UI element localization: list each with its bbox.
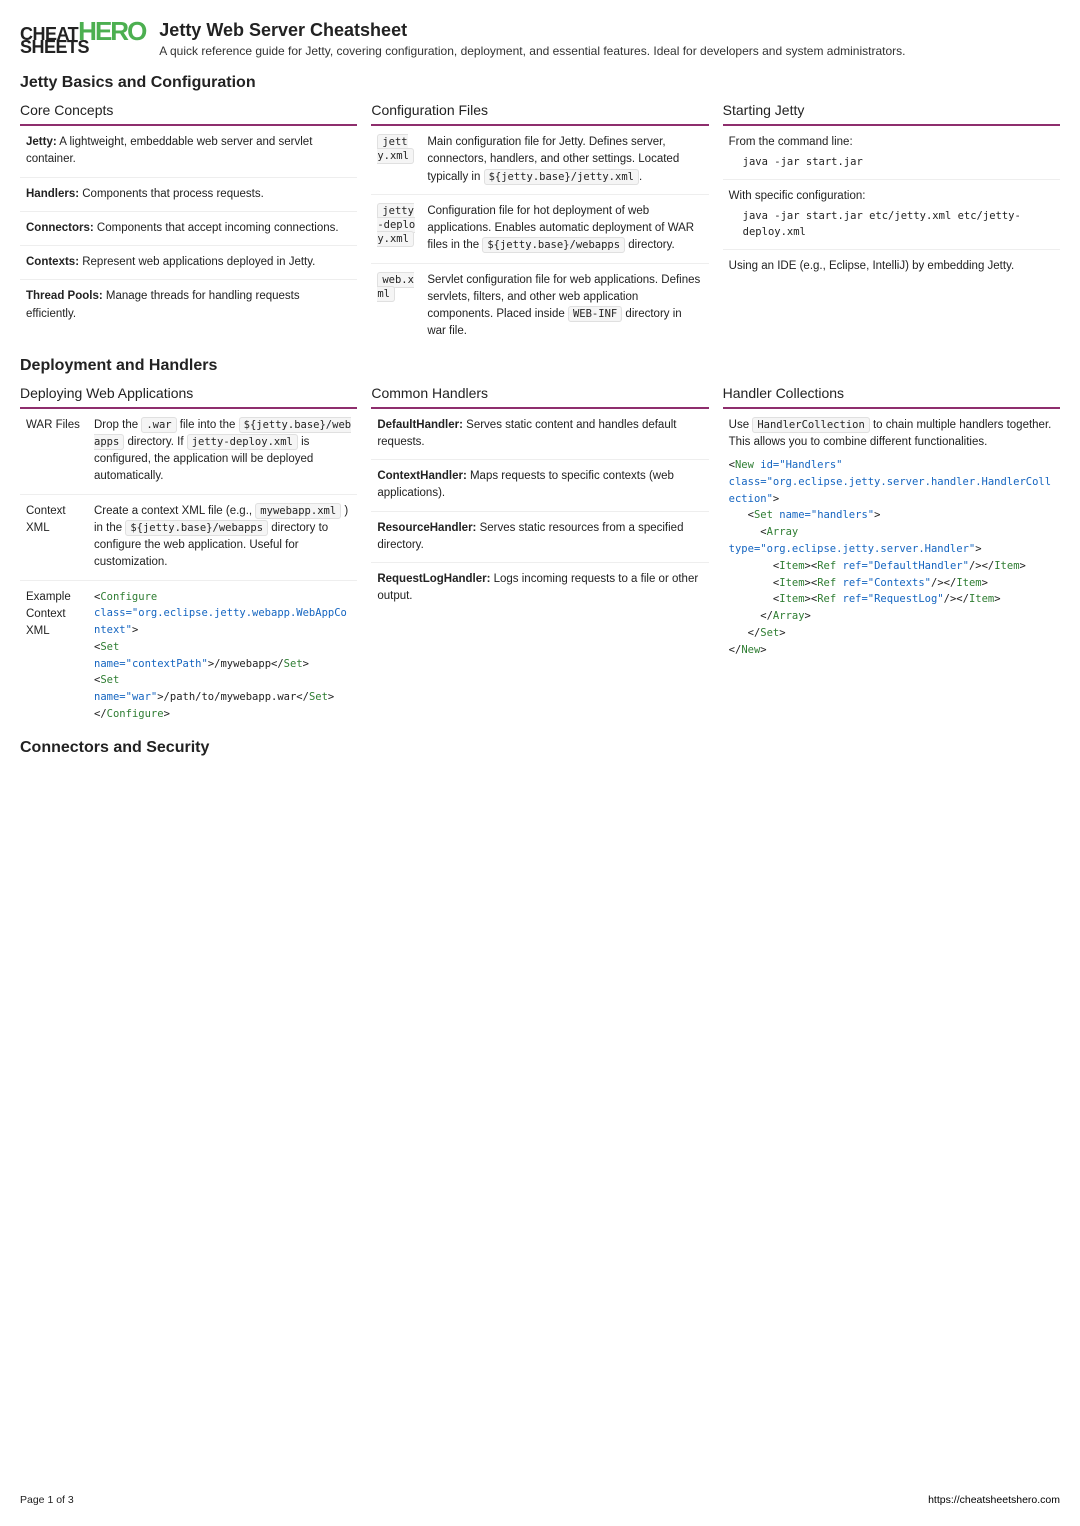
section-heading: Deployment and Handlers [20,357,1060,375]
logo: CHEATHERO SHEETS [20,20,145,56]
list-item: Use HandlerCollection to chain multiple … [723,409,1060,667]
card-starting-jetty: Starting Jetty From the command line: ja… [723,102,1060,349]
card-title: Starting Jetty [723,102,1060,118]
table-row: jetty-deploy.xml Configuration file for … [371,195,708,264]
list-item: Thread Pools: Manage threads for handlin… [20,280,357,331]
page-title: Jetty Web Server Cheatsheet [159,20,905,41]
list-item: RequestLogHandler: Logs incoming request… [371,563,708,614]
footer-link[interactable]: https://cheatsheetshero.com [928,1494,1060,1506]
card-deploying: Deploying Web Applications WAR Files Dro… [20,385,357,731]
page-number: Page 1 of 3 [20,1494,74,1506]
page-footer: Page 1 of 3 https://cheatsheetshero.com [20,1494,1060,1506]
table-row: web.xml Servlet configuration file for w… [371,264,708,349]
card-core-concepts: Core Concepts Jetty: A lightweight, embe… [20,102,357,349]
list-item: DefaultHandler: Serves static content an… [371,409,708,461]
card-common-handlers: Common Handlers DefaultHandler: Serves s… [371,385,708,731]
card-title: Common Handlers [371,385,708,401]
code-block: <Configure class="org.eclipse.jetty.weba… [94,589,351,723]
page-header: CHEATHERO SHEETS Jetty Web Server Cheats… [20,20,1060,58]
list-item: Jetty: A lightweight, embeddable web ser… [20,126,357,178]
card-title: Configuration Files [371,102,708,118]
page-subtitle: A quick reference guide for Jetty, cover… [159,44,905,58]
list-item: ContextHandler: Maps requests to specifi… [371,460,708,512]
title-block: Jetty Web Server Cheatsheet A quick refe… [159,20,905,58]
table-row: Example Context XML <Configure class="or… [20,581,357,731]
table-row: Context XML Create a context XML file (e… [20,495,357,581]
code-line: java -jar start.jar etc/jetty.xml etc/je… [729,209,1054,241]
card-handler-collections: Handler Collections Use HandlerCollectio… [723,385,1060,731]
list-item: Contexts: Represent web applications dep… [20,246,357,280]
section-heading: Jetty Basics and Configuration [20,74,1060,92]
card-title: Deploying Web Applications [20,385,357,401]
list-item: Handlers: Components that process reques… [20,178,357,212]
list-item: With specific configuration: java -jar s… [723,180,1060,250]
list-item: ResourceHandler: Serves static resources… [371,512,708,564]
list-item: Using an IDE (e.g., Eclipse, IntelliJ) b… [723,250,1060,283]
config-key: web.xml [377,272,414,302]
card-title: Core Concepts [20,102,357,118]
card-title: Handler Collections [723,385,1060,401]
config-key: jetty-deploy.xml [377,203,415,247]
list-item: From the command line: java -jar start.j… [723,126,1060,180]
table-row: WAR Files Drop the .war file into the ${… [20,409,357,495]
code-line: java -jar start.jar [729,155,1054,171]
table-row: jetty.xml Main configuration file for Je… [371,126,708,195]
config-key: jetty.xml [377,134,414,164]
section-heading: Connectors and Security [20,739,1060,757]
code-block: <New id="Handlers" class="org.eclipse.je… [729,457,1054,659]
list-item: Connectors: Components that accept incom… [20,212,357,246]
card-config-files: Configuration Files jetty.xml Main confi… [371,102,708,349]
